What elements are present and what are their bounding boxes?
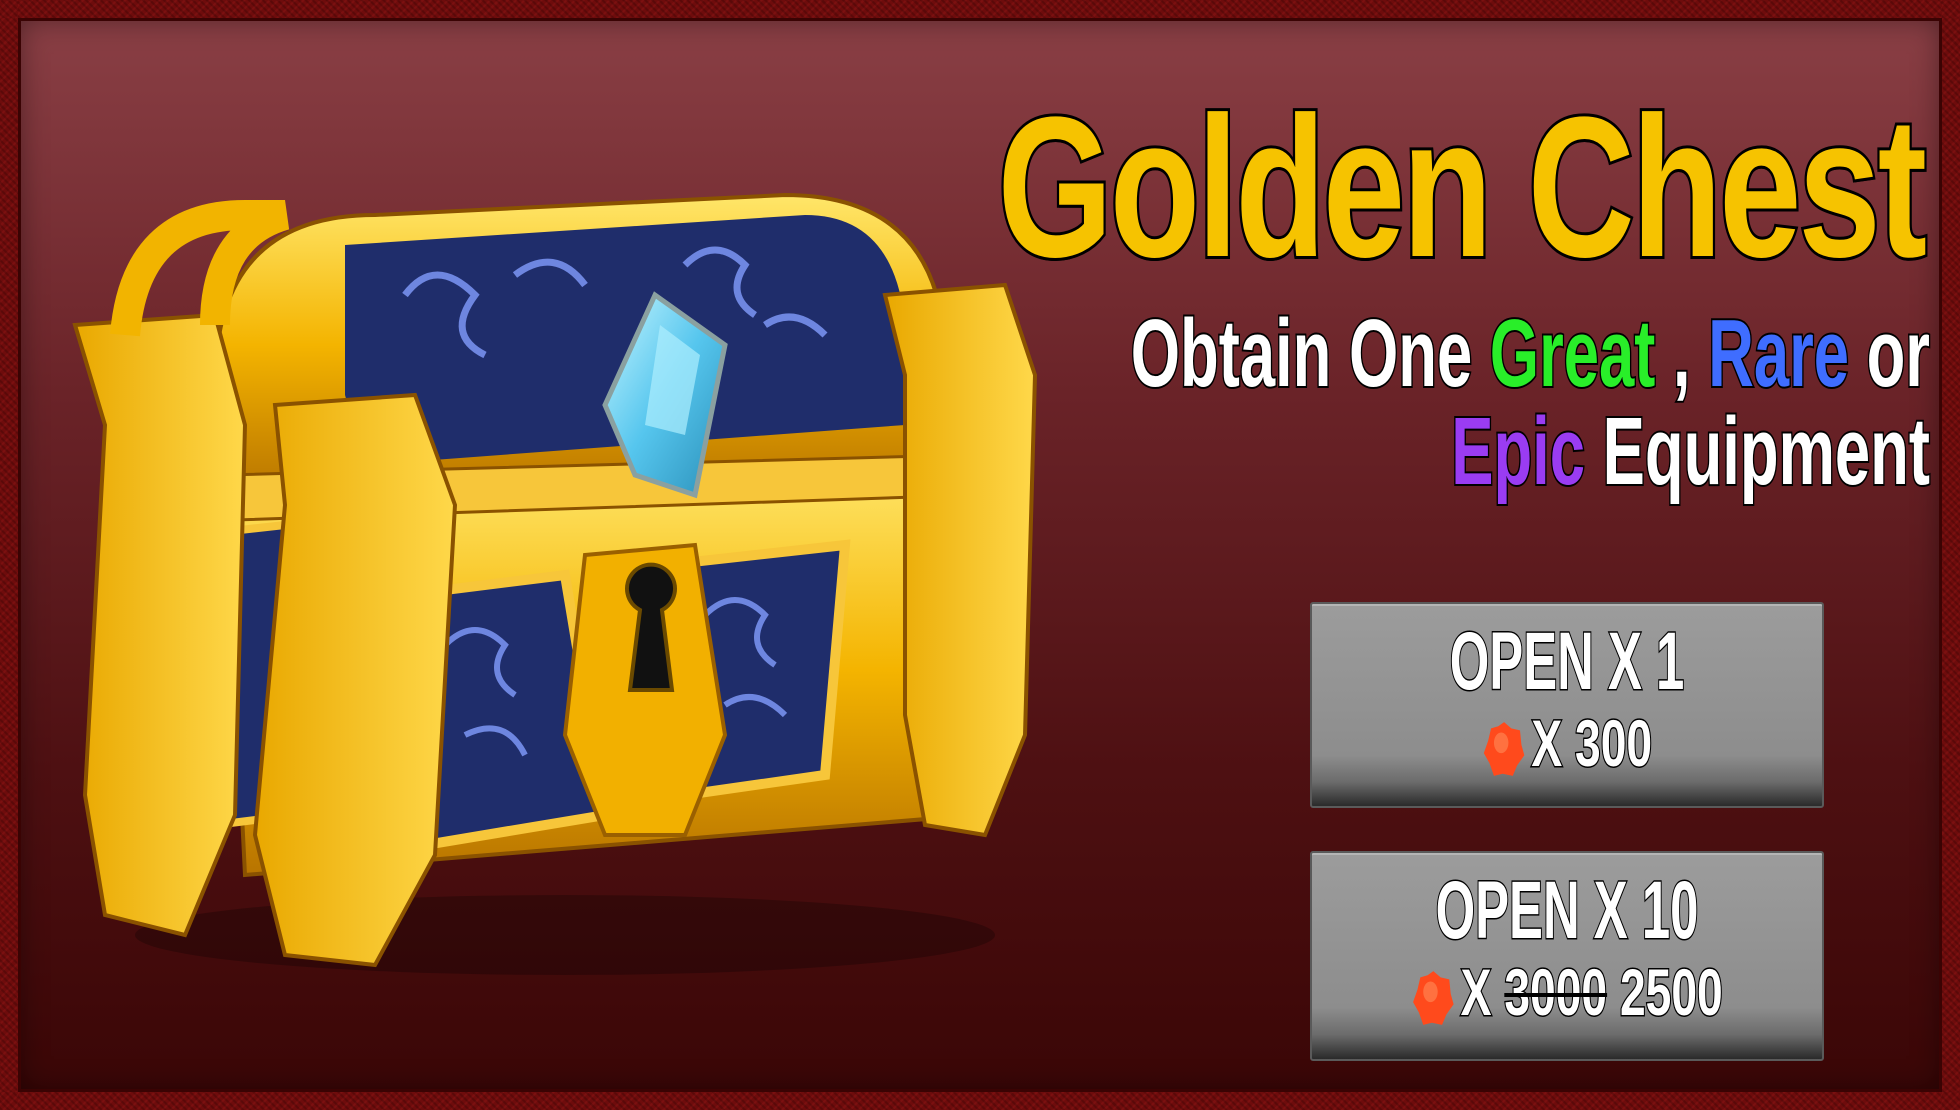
cost-prefix: X bbox=[1459, 954, 1492, 1031]
rarity-rare: Rare bbox=[1707, 300, 1851, 407]
page-title: Golden Chest bbox=[995, 75, 1929, 301]
description-line-2: Epic Equipment bbox=[1131, 401, 1931, 503]
old-cost-value: 3000 bbox=[1503, 954, 1608, 1031]
open-x1-button[interactable]: OPEN X 1 X 300 bbox=[1310, 602, 1824, 808]
desc-suffix: Equipment bbox=[1601, 398, 1931, 505]
rarity-great: Great bbox=[1489, 300, 1657, 407]
cost-value: 2500 bbox=[1619, 954, 1724, 1031]
open-x10-button[interactable]: OPEN X 10 X 3000 2500 bbox=[1310, 851, 1824, 1061]
golden-chest-icon bbox=[72, 192, 1038, 975]
desc-or: or bbox=[1865, 300, 1931, 407]
open-x1-cost: X 300 bbox=[1312, 704, 1822, 782]
chest-description: Obtain One Great , Rare or Epic Equipmen… bbox=[1129, 303, 1931, 503]
description-line-1: Obtain One Great , Rare or bbox=[1129, 303, 1931, 405]
desc-separator: , bbox=[1655, 300, 1692, 407]
red-gem-icon bbox=[1483, 721, 1525, 776]
open-x1-label: OPEN X 1 bbox=[1449, 615, 1685, 709]
red-gem-icon bbox=[1412, 970, 1454, 1025]
desc-prefix: Obtain One bbox=[1129, 300, 1473, 407]
open-x10-cost: X 3000 2500 bbox=[1312, 953, 1822, 1031]
cost-prefix: X bbox=[1530, 705, 1563, 782]
rarity-epic: Epic bbox=[1450, 398, 1586, 505]
cost-value: 300 bbox=[1574, 705, 1653, 782]
open-x10-label: OPEN X 10 bbox=[1435, 864, 1700, 958]
